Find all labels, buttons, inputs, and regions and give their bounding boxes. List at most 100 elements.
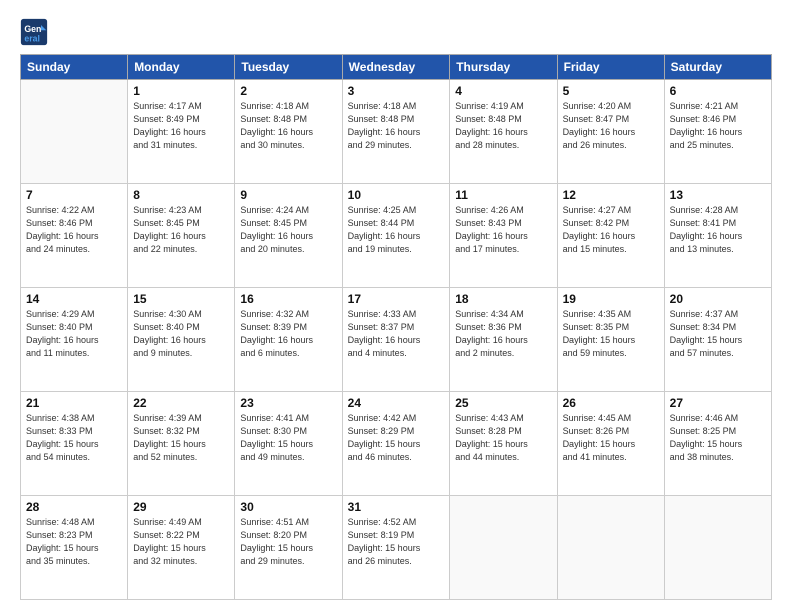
day-cell: 5 Sunrise: 4:20 AM Sunset: 8:47 PM Daylig… — [557, 80, 664, 184]
day-cell: 11 Sunrise: 4:26 AM Sunset: 8:43 PM Dayli… — [450, 184, 557, 288]
day-number: 1 — [133, 84, 229, 98]
day-info: Sunrise: 4:25 AM Sunset: 8:44 PM Dayligh… — [348, 204, 445, 256]
day-number: 11 — [455, 188, 551, 202]
day-cell: 30 Sunrise: 4:51 AM Sunset: 8:20 PM Dayli… — [235, 496, 342, 600]
day-number: 16 — [240, 292, 336, 306]
day-number: 25 — [455, 396, 551, 410]
day-number: 17 — [348, 292, 445, 306]
day-info: Sunrise: 4:39 AM Sunset: 8:32 PM Dayligh… — [133, 412, 229, 464]
day-cell: 17 Sunrise: 4:33 AM Sunset: 8:37 PM Dayli… — [342, 288, 450, 392]
header-row: SundayMondayTuesdayWednesdayThursdayFrid… — [21, 55, 772, 80]
day-number: 15 — [133, 292, 229, 306]
day-info: Sunrise: 4:41 AM Sunset: 8:30 PM Dayligh… — [240, 412, 336, 464]
day-cell: 23 Sunrise: 4:41 AM Sunset: 8:30 PM Dayli… — [235, 392, 342, 496]
column-header-wednesday: Wednesday — [342, 55, 450, 80]
day-number: 26 — [563, 396, 659, 410]
day-cell: 6 Sunrise: 4:21 AM Sunset: 8:46 PM Daylig… — [664, 80, 771, 184]
day-info: Sunrise: 4:37 AM Sunset: 8:34 PM Dayligh… — [670, 308, 766, 360]
column-header-tuesday: Tuesday — [235, 55, 342, 80]
day-number: 23 — [240, 396, 336, 410]
header: Gen eral — [20, 18, 772, 46]
day-info: Sunrise: 4:35 AM Sunset: 8:35 PM Dayligh… — [563, 308, 659, 360]
day-info: Sunrise: 4:18 AM Sunset: 8:48 PM Dayligh… — [240, 100, 336, 152]
day-info: Sunrise: 4:45 AM Sunset: 8:26 PM Dayligh… — [563, 412, 659, 464]
day-cell — [557, 496, 664, 600]
week-row-3: 14 Sunrise: 4:29 AM Sunset: 8:40 PM Dayli… — [21, 288, 772, 392]
day-info: Sunrise: 4:32 AM Sunset: 8:39 PM Dayligh… — [240, 308, 336, 360]
column-header-saturday: Saturday — [664, 55, 771, 80]
day-cell: 26 Sunrise: 4:45 AM Sunset: 8:26 PM Dayli… — [557, 392, 664, 496]
svg-text:Gen: Gen — [24, 24, 41, 34]
day-number: 9 — [240, 188, 336, 202]
day-number: 10 — [348, 188, 445, 202]
day-number: 3 — [348, 84, 445, 98]
day-number: 8 — [133, 188, 229, 202]
logo-icon: Gen eral — [20, 18, 48, 46]
day-number: 28 — [26, 500, 122, 514]
day-info: Sunrise: 4:17 AM Sunset: 8:49 PM Dayligh… — [133, 100, 229, 152]
calendar-table: SundayMondayTuesdayWednesdayThursdayFrid… — [20, 54, 772, 600]
logo: Gen eral — [20, 18, 52, 46]
day-info: Sunrise: 4:43 AM Sunset: 8:28 PM Dayligh… — [455, 412, 551, 464]
day-cell: 16 Sunrise: 4:32 AM Sunset: 8:39 PM Dayli… — [235, 288, 342, 392]
week-row-4: 21 Sunrise: 4:38 AM Sunset: 8:33 PM Dayli… — [21, 392, 772, 496]
day-number: 13 — [670, 188, 766, 202]
day-cell: 7Sunrise: 4:22 AM Sunset: 8:46 PM Daylig… — [21, 184, 128, 288]
day-cell: 12 Sunrise: 4:27 AM Sunset: 8:42 PM Dayli… — [557, 184, 664, 288]
day-cell: 25 Sunrise: 4:43 AM Sunset: 8:28 PM Dayli… — [450, 392, 557, 496]
day-info: Sunrise: 4:28 AM Sunset: 8:41 PM Dayligh… — [670, 204, 766, 256]
day-info: Sunrise: 4:38 AM Sunset: 8:33 PM Dayligh… — [26, 412, 122, 464]
day-number: 6 — [670, 84, 766, 98]
column-header-sunday: Sunday — [21, 55, 128, 80]
day-info: Sunrise: 4:51 AM Sunset: 8:20 PM Dayligh… — [240, 516, 336, 568]
day-number: 19 — [563, 292, 659, 306]
day-cell: 27Sunrise: 4:46 AM Sunset: 8:25 PM Dayli… — [664, 392, 771, 496]
day-cell: 22 Sunrise: 4:39 AM Sunset: 8:32 PM Dayli… — [128, 392, 235, 496]
week-row-2: 7Sunrise: 4:22 AM Sunset: 8:46 PM Daylig… — [21, 184, 772, 288]
day-info: Sunrise: 4:21 AM Sunset: 8:46 PM Dayligh… — [670, 100, 766, 152]
day-cell: 14 Sunrise: 4:29 AM Sunset: 8:40 PM Dayli… — [21, 288, 128, 392]
day-cell: 2 Sunrise: 4:18 AM Sunset: 8:48 PM Daylig… — [235, 80, 342, 184]
day-cell — [664, 496, 771, 600]
week-row-5: 28Sunrise: 4:48 AM Sunset: 8:23 PM Dayli… — [21, 496, 772, 600]
day-cell: 28Sunrise: 4:48 AM Sunset: 8:23 PM Dayli… — [21, 496, 128, 600]
day-cell: 4 Sunrise: 4:19 AM Sunset: 8:48 PM Daylig… — [450, 80, 557, 184]
day-info: Sunrise: 4:24 AM Sunset: 8:45 PM Dayligh… — [240, 204, 336, 256]
day-number: 2 — [240, 84, 336, 98]
day-info: Sunrise: 4:33 AM Sunset: 8:37 PM Dayligh… — [348, 308, 445, 360]
day-info: Sunrise: 4:34 AM Sunset: 8:36 PM Dayligh… — [455, 308, 551, 360]
calendar-page: Gen eral SundayMondayTuesdayWednesdayThu… — [0, 0, 792, 612]
day-info: Sunrise: 4:23 AM Sunset: 8:45 PM Dayligh… — [133, 204, 229, 256]
day-cell: 21 Sunrise: 4:38 AM Sunset: 8:33 PM Dayli… — [21, 392, 128, 496]
day-number: 5 — [563, 84, 659, 98]
day-info: Sunrise: 4:19 AM Sunset: 8:48 PM Dayligh… — [455, 100, 551, 152]
day-number: 12 — [563, 188, 659, 202]
day-cell: 8 Sunrise: 4:23 AM Sunset: 8:45 PM Daylig… — [128, 184, 235, 288]
day-number: 21 — [26, 396, 122, 410]
day-cell: 10 Sunrise: 4:25 AM Sunset: 8:44 PM Dayli… — [342, 184, 450, 288]
day-number: 27 — [670, 396, 766, 410]
day-info: Sunrise: 4:30 AM Sunset: 8:40 PM Dayligh… — [133, 308, 229, 360]
day-info: Sunrise: 4:42 AM Sunset: 8:29 PM Dayligh… — [348, 412, 445, 464]
day-number: 14 — [26, 292, 122, 306]
day-cell: 20Sunrise: 4:37 AM Sunset: 8:34 PM Dayli… — [664, 288, 771, 392]
day-info: Sunrise: 4:29 AM Sunset: 8:40 PM Dayligh… — [26, 308, 122, 360]
day-number: 22 — [133, 396, 229, 410]
day-info: Sunrise: 4:18 AM Sunset: 8:48 PM Dayligh… — [348, 100, 445, 152]
day-cell: 31 Sunrise: 4:52 AM Sunset: 8:19 PM Dayli… — [342, 496, 450, 600]
day-number: 29 — [133, 500, 229, 514]
day-info: Sunrise: 4:26 AM Sunset: 8:43 PM Dayligh… — [455, 204, 551, 256]
day-info: Sunrise: 4:49 AM Sunset: 8:22 PM Dayligh… — [133, 516, 229, 568]
day-cell: 19 Sunrise: 4:35 AM Sunset: 8:35 PM Dayli… — [557, 288, 664, 392]
column-header-monday: Monday — [128, 55, 235, 80]
day-number: 4 — [455, 84, 551, 98]
svg-text:eral: eral — [24, 34, 40, 44]
day-info: Sunrise: 4:27 AM Sunset: 8:42 PM Dayligh… — [563, 204, 659, 256]
day-cell: 1 Sunrise: 4:17 AM Sunset: 8:49 PM Daylig… — [128, 80, 235, 184]
day-info: Sunrise: 4:22 AM Sunset: 8:46 PM Dayligh… — [26, 204, 122, 256]
day-cell: 29 Sunrise: 4:49 AM Sunset: 8:22 PM Dayli… — [128, 496, 235, 600]
day-number: 30 — [240, 500, 336, 514]
day-info: Sunrise: 4:52 AM Sunset: 8:19 PM Dayligh… — [348, 516, 445, 568]
day-number: 31 — [348, 500, 445, 514]
day-info: Sunrise: 4:20 AM Sunset: 8:47 PM Dayligh… — [563, 100, 659, 152]
